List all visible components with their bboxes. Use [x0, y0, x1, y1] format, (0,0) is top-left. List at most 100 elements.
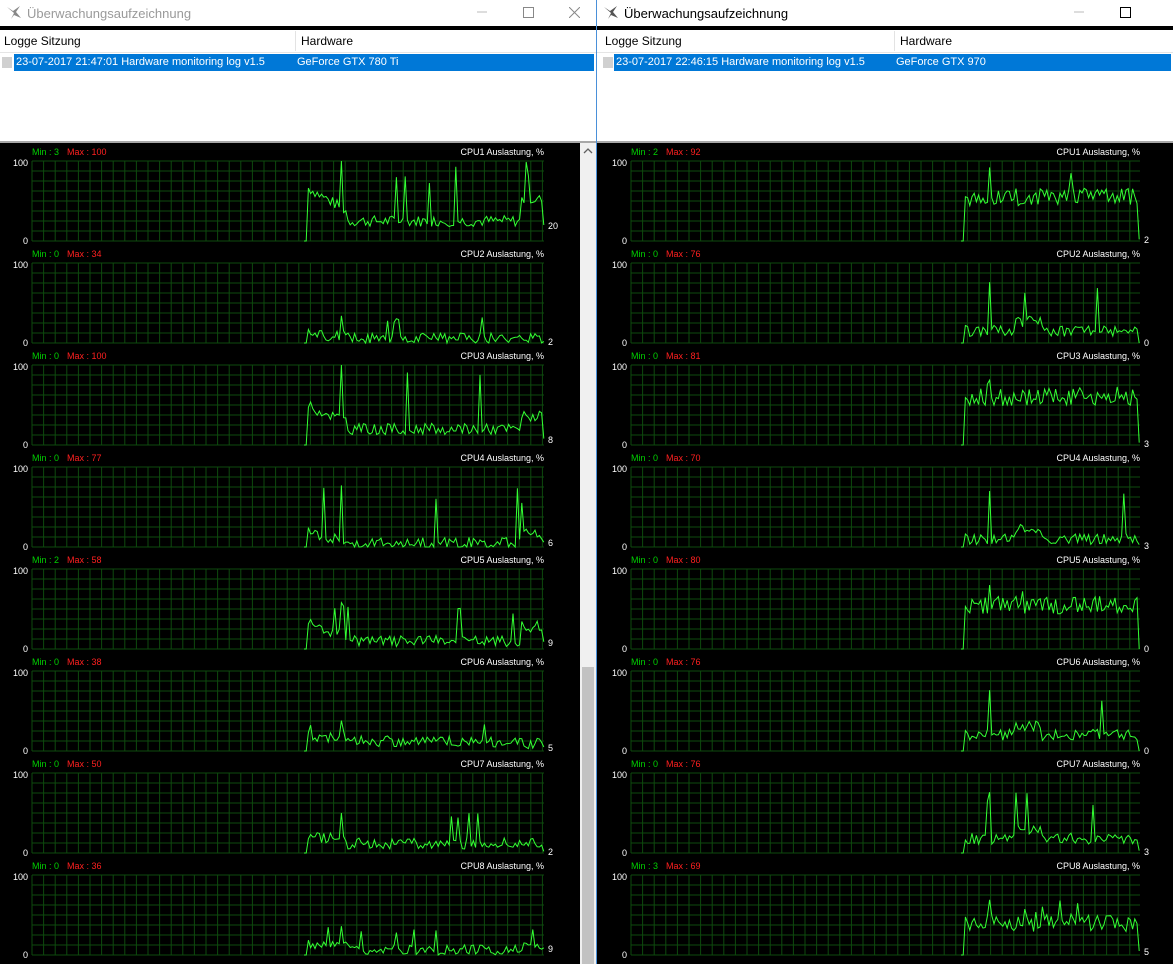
graph-title: CPU5 Auslastung, % — [1056, 555, 1140, 565]
graph-grid — [630, 772, 1140, 854]
current-value: 9 — [548, 943, 554, 954]
row-marker — [603, 57, 613, 68]
cpu-graph-2: Min : 0 Max : 34 CPU2 Auslastung, % 100 0 2 — [0, 245, 584, 348]
current-value: 3 — [1144, 540, 1150, 551]
column-header-hardware[interactable]: Hardware — [297, 30, 591, 52]
axis-max-label: 100 — [611, 566, 627, 576]
cpu-graph-1: Min : 2 Max : 92 CPU1 Auslastung, % 100 0 2 — [597, 143, 1173, 246]
current-value: 6 — [548, 538, 554, 549]
maximize-button[interactable] — [1102, 0, 1148, 26]
graph-panel: Min : 3 Max : 100 CPU1 Auslastung, % 100 0 20… — [0, 143, 596, 964]
graph-title: CPU1 Auslastung, % — [1056, 147, 1140, 157]
graph-title: CPU7 Auslastung, % — [460, 759, 544, 769]
max-label: Max : 34 — [67, 249, 102, 259]
current-value: 2 — [548, 337, 554, 348]
row-marker — [2, 57, 12, 68]
column-divider[interactable] — [894, 31, 895, 51]
monitor-window-right: Überwachungsaufzeichnung Logge Sitzung H… — [597, 0, 1173, 964]
cpu-graph-5: Min : 2 Max : 58 CPU5 Auslastung, % 100 0 9 — [0, 551, 584, 654]
session-list: 23-07-2017 21:47:01 Hardware monitoring … — [0, 53, 596, 143]
current-value: 3 — [1144, 846, 1150, 857]
min-label: Min : 0 — [32, 759, 60, 769]
graph-grid — [31, 568, 544, 650]
cpu-usage-trace — [961, 167, 1140, 242]
min-label: Min : 0 — [32, 861, 60, 871]
max-label: Max : 81 — [666, 351, 701, 361]
axis-max-label: 100 — [611, 770, 627, 780]
max-label: Max : 36 — [67, 861, 102, 871]
current-value: 2 — [1144, 235, 1150, 246]
graph-plot — [630, 874, 1140, 956]
max-label: Max : 76 — [666, 249, 701, 259]
axis-max-label: 100 — [12, 260, 28, 270]
column-header-session[interactable]: Logge Sitzung — [601, 30, 895, 52]
graph-grid — [31, 262, 544, 344]
maximize-button[interactable] — [505, 0, 551, 26]
graph-plot — [31, 160, 545, 242]
cpu-graph-3: Min : 0 Max : 100 CPU3 Auslastung, % 100 0 8 — [0, 347, 584, 450]
graph-title: CPU3 Auslastung, % — [460, 351, 544, 361]
graph-title: CPU2 Auslastung, % — [460, 249, 544, 259]
axis-max-label: 100 — [611, 872, 627, 882]
max-label: Max : 76 — [666, 657, 701, 667]
minimize-icon — [1074, 11, 1084, 13]
min-label: Min : 0 — [631, 555, 659, 565]
axis-max-label: 100 — [12, 566, 28, 576]
axis-max-label: 100 — [611, 260, 627, 270]
window-title: Überwachungsaufzeichnung — [624, 6, 789, 21]
column-header-session[interactable]: Logge Sitzung — [0, 30, 294, 52]
min-label: Min : 0 — [631, 657, 659, 667]
max-label: Max : 100 — [67, 147, 107, 157]
graph-grid — [31, 670, 544, 752]
session-list-header: Logge Sitzung Hardware — [0, 30, 596, 53]
close-button[interactable] — [551, 0, 596, 26]
column-header-hardware[interactable]: Hardware — [896, 30, 1170, 52]
graph-plot — [630, 262, 1140, 344]
min-label: Min : 2 — [32, 555, 60, 565]
min-label: Min : 3 — [631, 861, 659, 871]
max-label: Max : 100 — [67, 351, 107, 361]
cpu-usage-trace — [961, 899, 1140, 956]
minimize-button[interactable] — [459, 0, 505, 26]
title-bar[interactable]: Überwachungsaufzeichnung — [597, 0, 1173, 26]
axis-max-label: 100 — [12, 770, 28, 780]
graph-plot — [31, 364, 545, 446]
graph-plot — [630, 568, 1140, 650]
graph-title: CPU3 Auslastung, % — [1056, 351, 1140, 361]
minimize-icon — [477, 11, 487, 13]
minimize-button[interactable] — [1056, 0, 1102, 26]
column-divider[interactable] — [295, 31, 296, 51]
cpu-graph-7: Min : 0 Max : 76 CPU7 Auslastung, % 100 0 3 — [597, 755, 1173, 858]
session-cell: 23-07-2017 22:46:15 Hardware monitoring … — [614, 54, 894, 71]
graph-plot — [630, 364, 1140, 446]
maximize-icon — [1120, 7, 1131, 18]
session-cell: 23-07-2017 21:47:01 Hardware monitoring … — [14, 54, 295, 71]
max-label: Max : 50 — [67, 759, 102, 769]
axis-max-label: 100 — [611, 668, 627, 678]
graph-title: CPU6 Auslastung, % — [1056, 657, 1140, 667]
axis-max-label: 100 — [611, 158, 627, 168]
cpu-graph-2: Min : 0 Max : 76 CPU2 Auslastung, % 100 0 0 — [597, 245, 1173, 348]
hardware-cell: GeForce GTX 780 Ti — [295, 54, 594, 71]
graph-grid — [630, 466, 1140, 548]
min-label: Min : 3 — [32, 147, 60, 157]
graph-grid — [630, 364, 1140, 446]
graph-plot — [31, 262, 545, 345]
hardware-cell: GeForce GTX 970 — [894, 54, 1171, 71]
current-value: 5 — [1144, 947, 1150, 957]
axis-max-label: 100 — [12, 362, 28, 372]
axis-max-label: 100 — [611, 362, 627, 372]
cpu-graph-4: Min : 0 Max : 77 CPU4 Auslastung, % 100 0 6 — [0, 449, 584, 552]
cpu-graph-6: Min : 0 Max : 76 CPU6 Auslastung, % 100 0 0 — [597, 653, 1173, 756]
cpu-graph-6: Min : 0 Max : 38 CPU6 Auslastung, % 100 0 5 — [0, 653, 584, 756]
axis-max-label: 100 — [12, 158, 28, 168]
graph-plot — [31, 568, 545, 650]
graph-title: CPU6 Auslastung, % — [460, 657, 544, 667]
graph-plot — [630, 160, 1140, 242]
min-label: Min : 0 — [631, 249, 659, 259]
axis-min-label: 0 — [621, 950, 627, 960]
graph-plot — [630, 466, 1140, 548]
graph-grid — [31, 160, 544, 242]
max-label: Max : 38 — [67, 657, 102, 667]
title-bar[interactable]: Überwachungsaufzeichnung — [0, 0, 596, 26]
